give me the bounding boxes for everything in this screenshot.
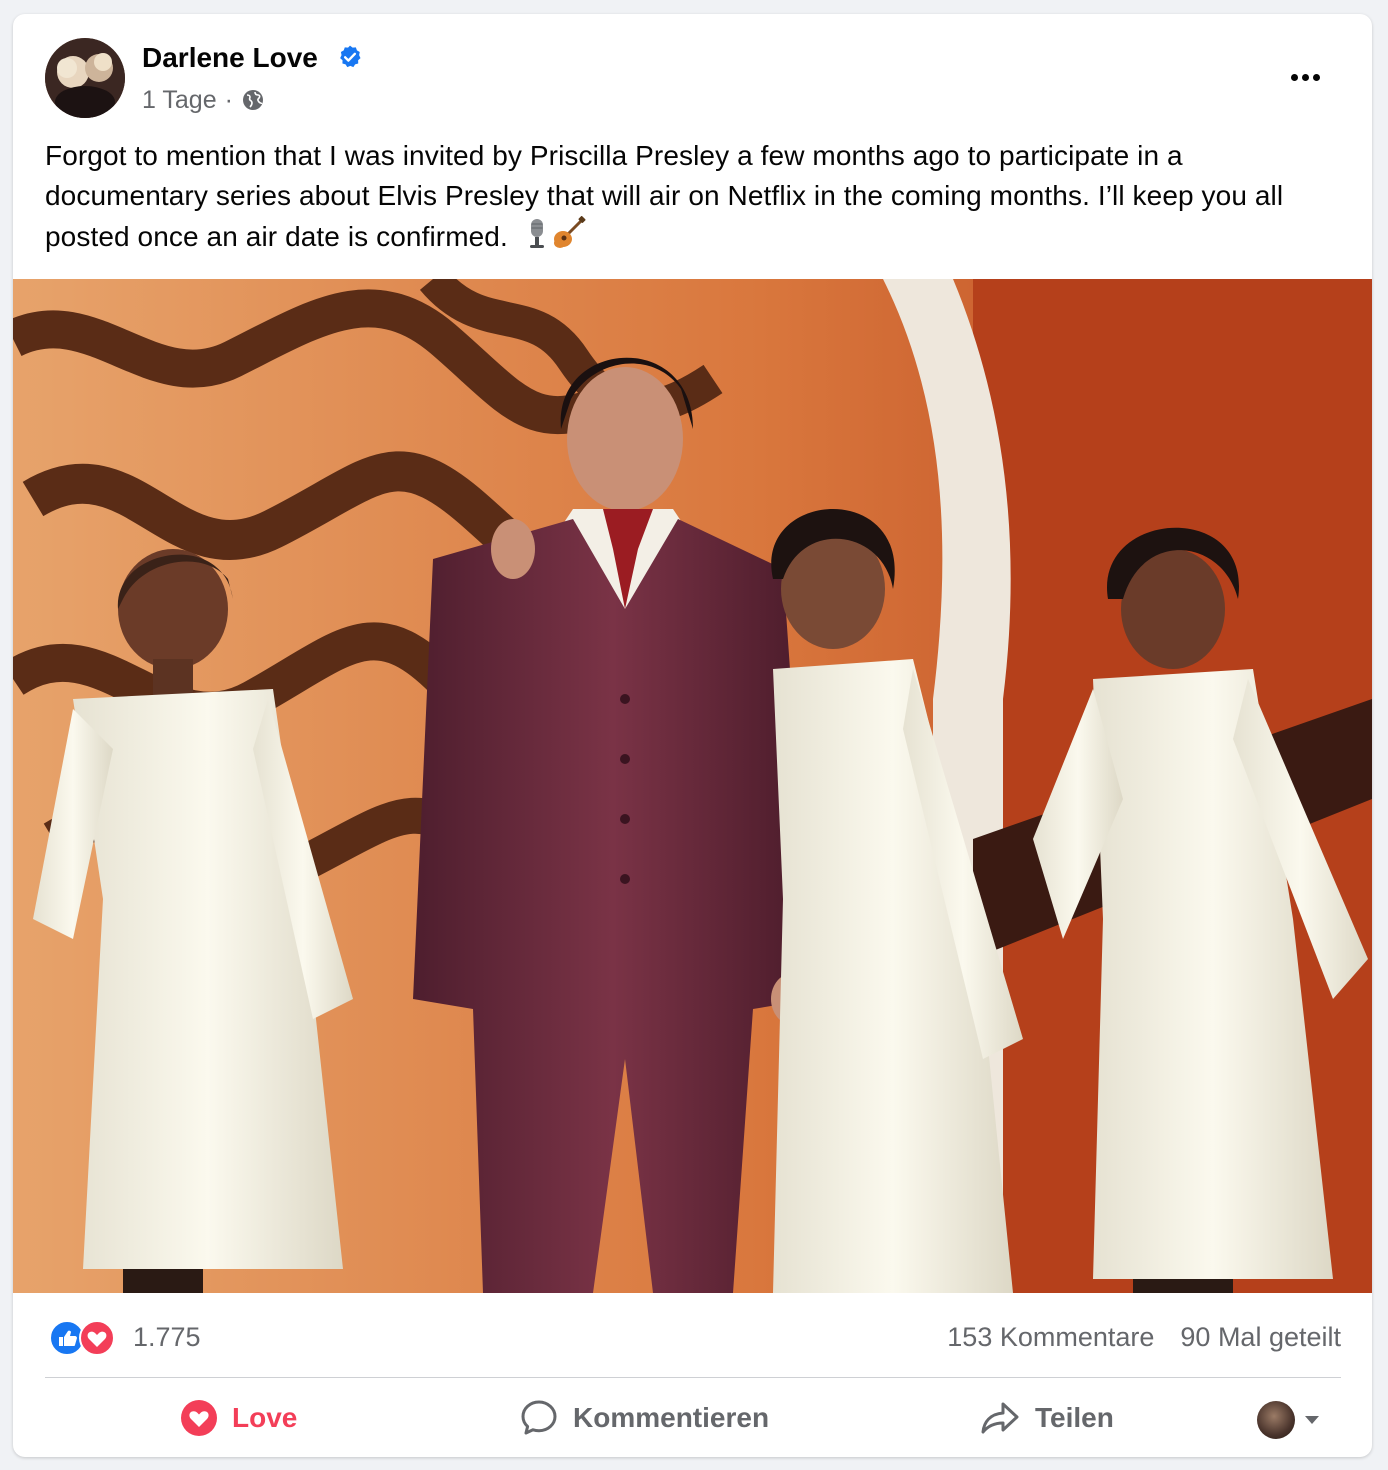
shares-count[interactable]: 90 Mal geteilt (1180, 1320, 1341, 1354)
microphone-emoji-icon (522, 216, 552, 261)
post-stats: 1.775 153 Kommentare 90 Mal geteilt (45, 1314, 1341, 1360)
caret-down-icon (1305, 1416, 1319, 1424)
post-card: Darlene Love 1 Tage · Forgot to mention … (13, 14, 1372, 1457)
more-dot-icon (1290, 73, 1298, 81)
author-avatar[interactable] (45, 38, 125, 118)
actions-divider (45, 1377, 1341, 1378)
love-button[interactable]: Love (180, 1386, 297, 1450)
guitar-emoji-icon (552, 216, 586, 261)
reaction-icons[interactable] (49, 1320, 121, 1356)
love-reaction-icon (79, 1320, 115, 1356)
post-as-selector[interactable] (1257, 1400, 1327, 1440)
comment-label: Kommentieren (573, 1402, 770, 1433)
more-dot-icon (1312, 73, 1320, 81)
stats-right: 153 Kommentare 90 Mal geteilt (947, 1320, 1341, 1354)
comment-button[interactable]: Kommentieren (519, 1386, 769, 1450)
post-text: Forgot to mention that I was invited by … (45, 140, 1284, 252)
post-meta: 1 Tage · (142, 84, 265, 116)
verified-badge-icon (340, 45, 361, 68)
user-avatar (1257, 1401, 1295, 1439)
more-dot-icon (1301, 73, 1309, 81)
elvis-stage-photo (13, 279, 1372, 1293)
post-time[interactable]: 1 Tage (142, 84, 217, 116)
more-options-button[interactable] (1283, 59, 1327, 95)
share-icon (981, 1402, 1019, 1434)
reactions-count[interactable]: 1.775 (133, 1320, 201, 1354)
share-label: Teilen (1035, 1402, 1114, 1433)
post-photo[interactable] (13, 279, 1372, 1293)
love-icon (181, 1400, 217, 1436)
action-bar: Love Kommentieren Teilen (45, 1386, 1341, 1450)
like-reaction-icon (49, 1320, 85, 1356)
comment-icon (521, 1400, 557, 1435)
author-name[interactable]: Darlene Love (142, 40, 318, 76)
meta-separator: · (224, 86, 233, 114)
globe-icon (242, 90, 263, 110)
comments-count[interactable]: 153 Kommentare (947, 1320, 1154, 1354)
share-button[interactable]: Teilen (979, 1386, 1114, 1450)
love-label: Love (232, 1402, 298, 1433)
post-body: Forgot to mention that I was invited by … (45, 136, 1345, 261)
